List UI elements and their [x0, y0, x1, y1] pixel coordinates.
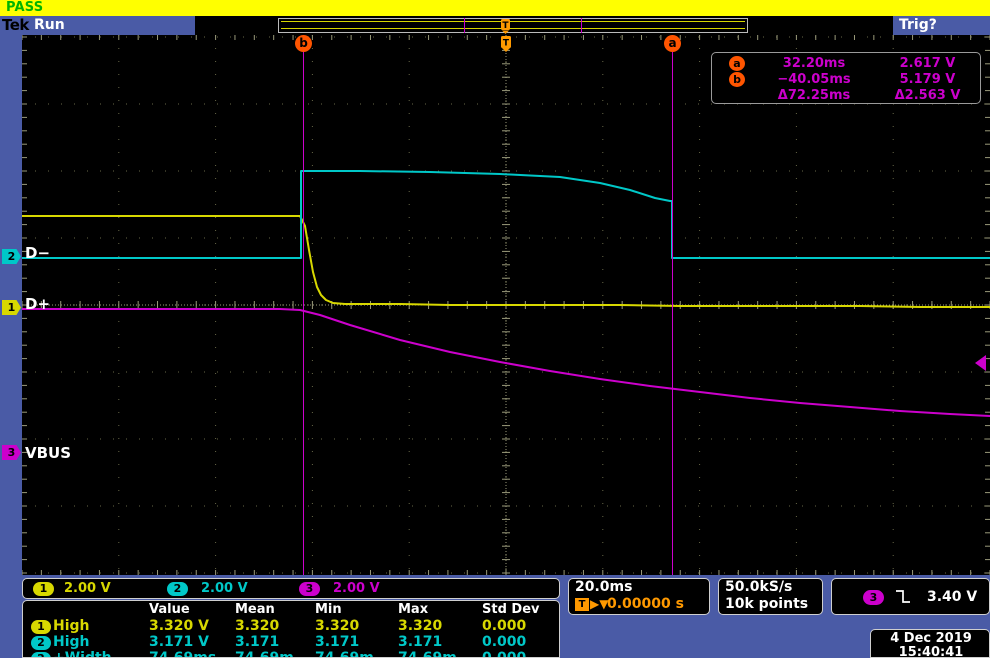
timebase-position-arrows-icon: ▶▼ — [590, 597, 609, 611]
cursor-a-line[interactable] — [672, 35, 673, 575]
time-label: 15:40:41 — [898, 645, 964, 658]
svg-text:T: T — [502, 21, 509, 31]
measurement-header-value: Value — [149, 602, 190, 617]
falling-edge-icon — [896, 590, 910, 603]
date-label: 4 Dec 2019 — [890, 631, 972, 646]
cursor-b-time: −40.05ms — [777, 72, 851, 87]
measurement-name: High — [53, 618, 90, 634]
measurement-cell: 3.320 — [315, 618, 360, 634]
acquisition-box[interactable]: 50.0kS/s 10k points — [718, 578, 823, 615]
cursor-b-voltage: 5.179 V — [899, 72, 956, 87]
measurement-cell: 74.69m — [235, 650, 294, 658]
measurement-cell: 0.000 — [482, 634, 527, 650]
cursor-readout-box: a 32.20ms 2.617 V b −40.05ms 5.179 V Δ72… — [711, 52, 981, 104]
measurement-channel-badge: 2 — [31, 652, 51, 657]
recview-cursor-b-tick — [464, 18, 465, 33]
acquisition-state-label[interactable]: Run — [34, 16, 65, 35]
record-length: 10k points — [725, 596, 809, 612]
vert-channel-3-scale[interactable]: 2.00 V — [333, 581, 380, 597]
channel-3-label: VBUS — [25, 444, 72, 462]
cursor-a-voltage: 2.617 V — [899, 56, 956, 71]
measurement-cell: 3.171 V — [149, 634, 209, 650]
recview-cursor-a-tick — [581, 18, 582, 33]
waveform-plot — [22, 35, 990, 575]
measurement-header-max: Max — [398, 602, 429, 617]
measurement-cell: 74.69m — [398, 650, 457, 658]
svg-text:T: T — [503, 39, 510, 49]
vert-channel-2-scale[interactable]: 2.00 V — [201, 581, 248, 597]
measurement-cell: 3.320 V — [149, 618, 209, 634]
vert-channel-1-badge[interactable]: 1 — [33, 582, 54, 596]
tek-logo: Tek — [2, 16, 29, 34]
vert-channel-3-badge[interactable]: 3 — [299, 582, 320, 596]
status-left-panel — [0, 16, 195, 35]
measurement-cell: 0.000 — [482, 618, 527, 634]
measurement-row[interactable]: 2 High 3.171 V 3.171 3.171 3.171 0.000 — [23, 634, 559, 651]
scope-screen: PASS Tek Run T Trig? b a T 2 D− 1 D+ 3 V… — [0, 0, 990, 658]
measurement-cell: 3.171 — [235, 634, 280, 650]
measurement-table: Value Mean Min Max Std Dev 1 High 3.320 V3… — [22, 600, 560, 658]
cursor-a-badge[interactable]: a — [664, 35, 681, 52]
measurement-channel-badge: 2 — [31, 636, 51, 650]
measurement-cell: 0.000 — [482, 650, 527, 658]
measurement-cell: 74.69m — [315, 650, 374, 658]
vert-channel-1-scale[interactable]: 2.00 V — [64, 581, 111, 597]
timebase-scale: 20.0ms — [575, 579, 633, 595]
measurement-header-min: Min — [315, 602, 342, 617]
trigger-source-badge: 3 — [863, 590, 884, 605]
trigger-status-label: Trig? — [899, 17, 937, 33]
sample-rate: 50.0kS/s — [725, 579, 793, 595]
trigger-position-marker-top[interactable]: T — [499, 17, 512, 34]
record-view-window — [281, 21, 745, 29]
trigger-box[interactable]: 3 3.40 V — [831, 578, 990, 615]
pass-status-text: PASS — [6, 0, 44, 15]
measurement-cell: 74.69ms — [149, 650, 217, 658]
trigger-level-value: 3.40 V — [927, 589, 978, 605]
vert-channel-2-badge[interactable]: 2 — [167, 582, 188, 596]
measurement-cell: 3.171 — [398, 634, 443, 650]
cursor-b-line[interactable] — [303, 35, 304, 575]
measurement-channel-badge: 1 — [31, 620, 51, 634]
measurement-header-stddev: Std Dev — [482, 602, 540, 617]
cursor-b-badge[interactable]: b — [295, 35, 312, 52]
pass-banner — [0, 0, 990, 16]
measurement-header-mean: Mean — [235, 602, 275, 617]
cursor-delta-time: Δ72.25ms — [777, 88, 851, 103]
datetime-box: 4 Dec 2019 15:40:41 — [870, 629, 990, 658]
vertical-settings-bar: 1 2.00 V 2 2.00 V 3 2.00 V — [22, 578, 560, 599]
measurement-name: High — [53, 634, 90, 650]
measurement-cell: 3.320 — [398, 618, 443, 634]
channel-1-label: D+ — [25, 295, 51, 313]
timebase-position-badge: T — [575, 598, 589, 611]
cursor-a-time: 32.20ms — [782, 56, 846, 71]
measurement-cell: 3.171 — [315, 634, 360, 650]
graticule[interactable] — [22, 35, 990, 575]
measurement-row[interactable]: 1 High 3.320 V 3.320 3.320 3.320 0.000 — [23, 618, 559, 635]
measurement-row[interactable]: 2+Width 74.69ms 74.69m 74.69m 74.69m 0.000 — [23, 650, 559, 658]
cursor-readout-a-badge: a — [729, 56, 745, 71]
timebase-position-value: 0.00000 s — [607, 596, 684, 612]
channel-2-label: D− — [25, 244, 51, 262]
channel-3-offset-marker[interactable] — [975, 355, 986, 371]
timebase-box[interactable]: 20.0ms T ▶▼ 0.00000 s — [568, 578, 710, 615]
measurement-name: +Width — [53, 650, 112, 658]
cursor-delta-voltage: Δ2.563 V — [894, 88, 961, 103]
cursor-readout-b-badge: b — [729, 72, 745, 87]
trigger-marker-graticule[interactable]: T — [500, 36, 512, 52]
measurement-cell: 3.320 — [235, 618, 280, 634]
